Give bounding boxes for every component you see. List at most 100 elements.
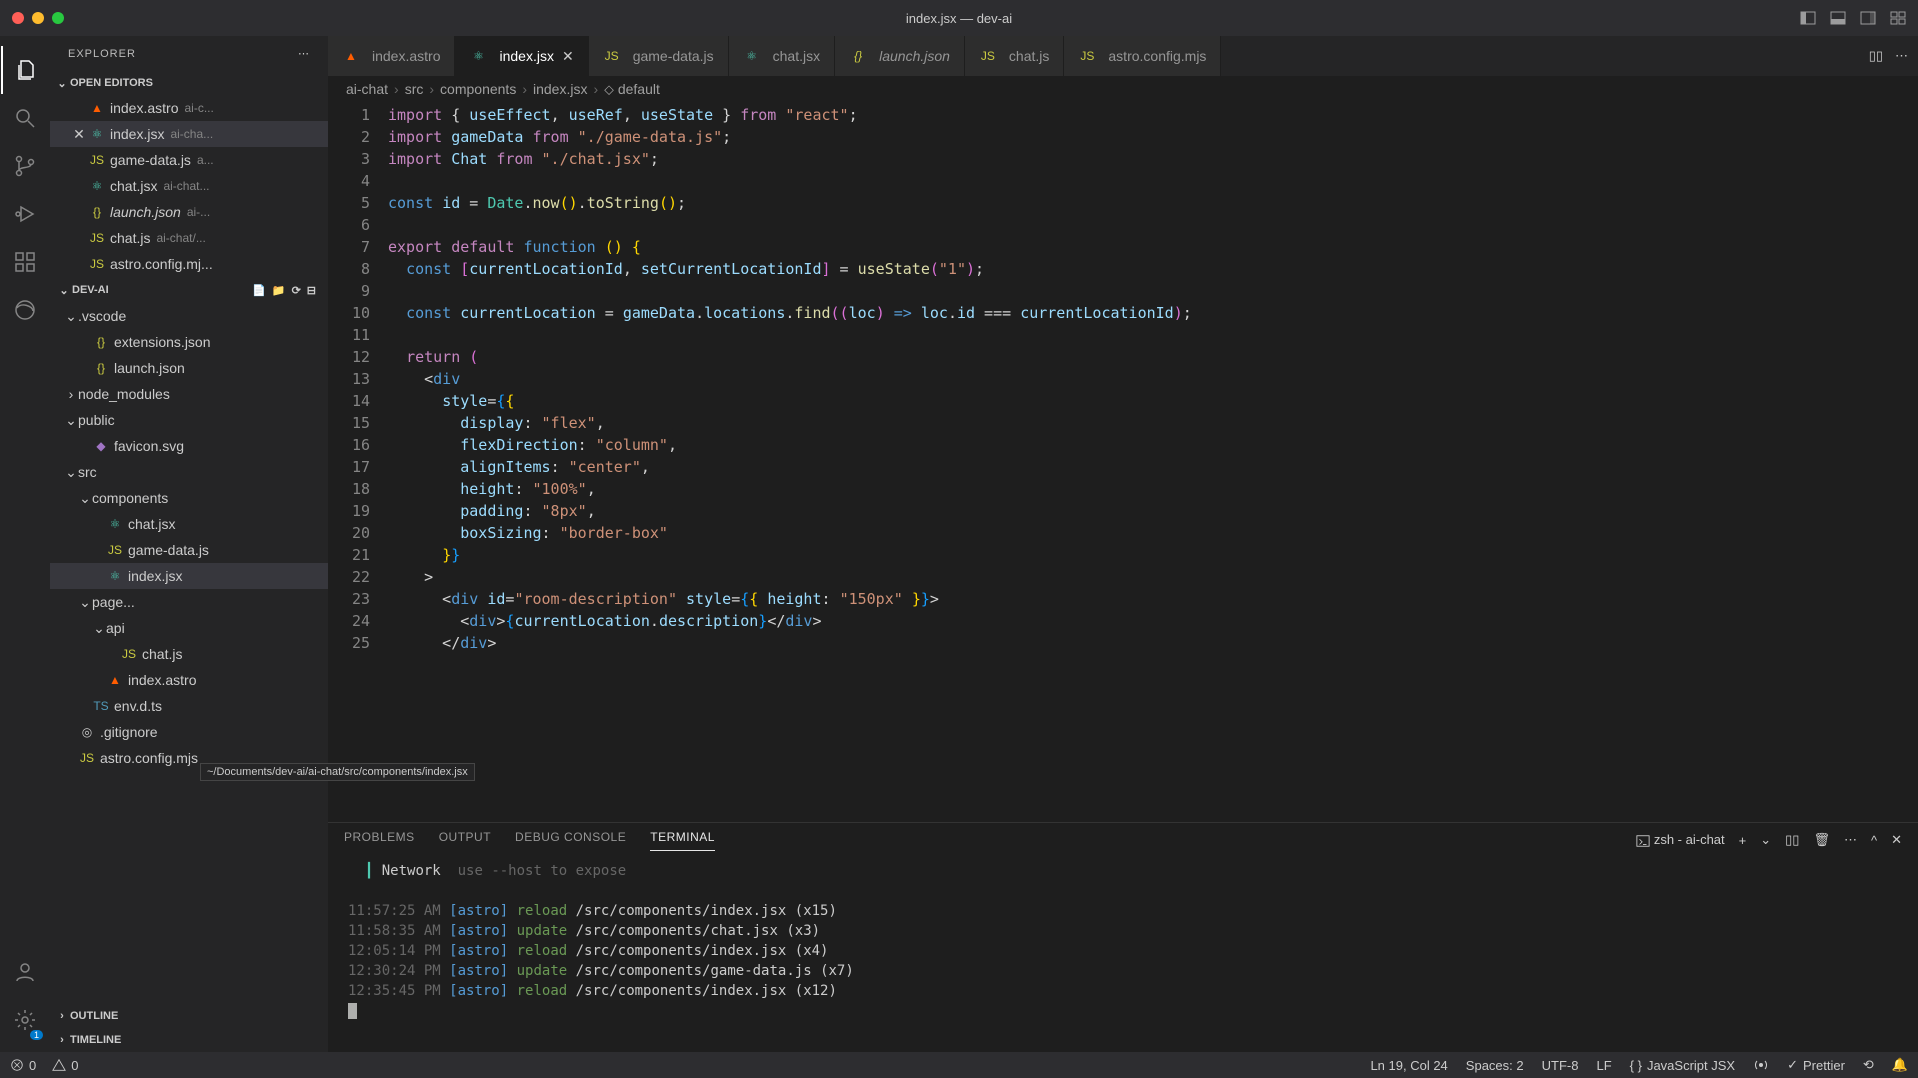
open-editor-item[interactable]: {}launch.jsonai-... <box>50 199 328 225</box>
file-item[interactable]: ◎.gitignore <box>50 719 328 745</box>
panel-tab-terminal[interactable]: TERMINAL <box>650 830 715 851</box>
layout-panel-icon[interactable] <box>1830 10 1846 26</box>
layout-sidebar-right-icon[interactable] <box>1860 10 1876 26</box>
more-icon[interactable]: ⋯ <box>1844 832 1857 848</box>
status-errors[interactable]: 0 <box>10 1058 36 1073</box>
folder-item[interactable]: ⌄page... <box>50 589 328 615</box>
extensions-activity[interactable] <box>1 238 49 286</box>
file-item[interactable]: ◆favicon.svg <box>50 433 328 459</box>
explorer-activity[interactable] <box>1 46 49 94</box>
outline-header[interactable]: › OUTLINE <box>50 1004 328 1028</box>
status-warnings[interactable]: 0 <box>52 1058 78 1073</box>
open-editors-header[interactable]: ⌄ OPEN EDITORS <box>50 71 328 95</box>
terminal-dropdown-icon[interactable]: ⌄ <box>1760 832 1771 848</box>
file-detail: ai-chat/... <box>156 231 205 245</box>
breadcrumbs[interactable]: ai-chat›src›components›index.jsx›⬦ defau… <box>328 76 1918 102</box>
status-lang[interactable]: { } JavaScript JSX <box>1630 1058 1735 1073</box>
folder-item[interactable]: ⌄api <box>50 615 328 641</box>
settings-activity[interactable]: 1 <box>1 996 49 1044</box>
editor-tab[interactable]: JSgame-data.js <box>589 36 729 76</box>
close-icon[interactable]: ✕ <box>70 126 88 143</box>
close-tab-icon[interactable]: ✕ <box>562 48 574 65</box>
split-editor-icon[interactable]: ▯▯ <box>1869 48 1883 64</box>
editor-tab[interactable]: JSastro.config.mjs <box>1064 36 1221 76</box>
new-terminal-icon[interactable]: + <box>1739 833 1747 848</box>
close-panel-icon[interactable]: ✕ <box>1891 832 1902 848</box>
status-feedback-icon[interactable] <box>1753 1057 1769 1073</box>
new-file-icon[interactable]: 📄 <box>252 284 266 297</box>
editor-tab[interactable]: ⚛index.jsx✕ <box>455 36 588 76</box>
maximize-window-button[interactable] <box>52 12 64 24</box>
search-activity[interactable] <box>1 94 49 142</box>
new-folder-icon[interactable]: 📁 <box>272 284 286 297</box>
open-editor-item[interactable]: ⚛chat.jsxai-chat... <box>50 173 328 199</box>
panel-tab-output[interactable]: OUTPUT <box>439 830 491 850</box>
file-item[interactable]: JSchat.js <box>50 641 328 667</box>
code-content[interactable]: import { useEffect, useRef, useState } f… <box>388 102 1918 822</box>
more-icon[interactable]: ⋯ <box>1895 48 1908 64</box>
breadcrumb-item[interactable]: ai-chat <box>346 81 388 97</box>
panel-tab-problems[interactable]: PROBLEMS <box>344 830 415 850</box>
terminal-output[interactable]: ┃ Network use --host to expose11:57:25 A… <box>328 857 1918 1052</box>
editor-tab[interactable]: JSchat.js <box>965 36 1064 76</box>
debug-activity[interactable] <box>1 190 49 238</box>
close-window-button[interactable] <box>12 12 24 24</box>
editor-body[interactable]: 1234567891011121314151617181920212223242… <box>328 102 1918 822</box>
json-icon: {} <box>92 361 110 375</box>
folder-item[interactable]: ›node_modules <box>50 381 328 407</box>
folder-item[interactable]: ⌄src <box>50 459 328 485</box>
status-bell-icon[interactable]: 🔔 <box>1892 1057 1908 1073</box>
editor-tab[interactable]: {}launch.json <box>835 36 965 76</box>
status-prettier[interactable]: ✓ Prettier <box>1787 1057 1845 1073</box>
file-item[interactable]: {}launch.json <box>50 355 328 381</box>
file-item[interactable]: ⚛index.jsx <box>50 563 328 589</box>
refresh-icon[interactable]: ⟳ <box>292 284 301 297</box>
kill-terminal-icon[interactable]: 🗑 <box>1813 832 1830 848</box>
file-tooltip: ~/Documents/dev-ai/ai-chat/src/component… <box>200 763 475 781</box>
remote-activity[interactable] <box>1 286 49 334</box>
collapse-icon[interactable]: ⊟ <box>307 284 316 297</box>
check-icon: ✓ <box>1787 1057 1798 1073</box>
editor-tab[interactable]: ▲index.astro <box>328 36 455 76</box>
status-eol[interactable]: LF <box>1596 1058 1611 1073</box>
chevron-down-icon: ⌄ <box>64 412 78 429</box>
folder-item[interactable]: ⌄.vscode <box>50 303 328 329</box>
account-activity[interactable] <box>1 948 49 996</box>
file-item[interactable]: TSenv.d.ts <box>50 693 328 719</box>
breadcrumb-item[interactable]: src <box>405 81 424 97</box>
maximize-panel-icon[interactable]: ^ <box>1871 833 1877 848</box>
explorer-more-icon[interactable]: ⋯ <box>298 47 310 60</box>
folder-item[interactable]: ⌄public <box>50 407 328 433</box>
file-name: extensions.json <box>114 334 211 350</box>
editor-tab[interactable]: ⚛chat.jsx <box>729 36 835 76</box>
layout-customize-icon[interactable] <box>1890 10 1906 26</box>
terminal-profile[interactable]: zsh - ai-chat <box>1636 832 1724 848</box>
panel-tab-debug-console[interactable]: DEBUG CONSOLE <box>515 830 626 850</box>
layout-sidebar-left-icon[interactable] <box>1800 10 1816 26</box>
timeline-header[interactable]: › TIMELINE <box>50 1028 328 1052</box>
open-editor-item[interactable]: ✕⚛index.jsxai-cha... <box>50 121 328 147</box>
file-item[interactable]: ⚛chat.jsx <box>50 511 328 537</box>
open-editor-item[interactable]: JSchat.jsai-chat/... <box>50 225 328 251</box>
breadcrumb-separator: › <box>429 81 434 97</box>
status-sync-icon[interactable]: ⟲ <box>1863 1057 1874 1073</box>
status-spaces[interactable]: Spaces: 2 <box>1466 1058 1524 1073</box>
status-encoding[interactable]: UTF-8 <box>1542 1058 1579 1073</box>
open-editor-item[interactable]: JSgame-data.jsa... <box>50 147 328 173</box>
folder-name: components <box>92 490 168 506</box>
breadcrumb-item[interactable]: ⬦ default <box>604 81 660 98</box>
file-item[interactable]: JSgame-data.js <box>50 537 328 563</box>
open-editor-item[interactable]: ▲index.astroai-c... <box>50 95 328 121</box>
breadcrumb-item[interactable]: components <box>440 81 516 97</box>
file-item[interactable]: ▲index.astro <box>50 667 328 693</box>
status-cursor[interactable]: Ln 19, Col 24 <box>1370 1058 1447 1073</box>
folder-item[interactable]: ⌄components <box>50 485 328 511</box>
project-header[interactable]: ⌄ DEV-AI 📄 📁 ⟳ ⊟ <box>50 277 328 303</box>
split-terminal-icon[interactable]: ▯▯ <box>1785 832 1799 848</box>
open-editor-item[interactable]: JSastro.config.mj... <box>50 251 328 277</box>
source-control-activity[interactable] <box>1 142 49 190</box>
minimize-window-button[interactable] <box>32 12 44 24</box>
js-icon: JS <box>88 153 106 167</box>
breadcrumb-item[interactable]: index.jsx <box>533 81 587 97</box>
file-item[interactable]: {}extensions.json <box>50 329 328 355</box>
